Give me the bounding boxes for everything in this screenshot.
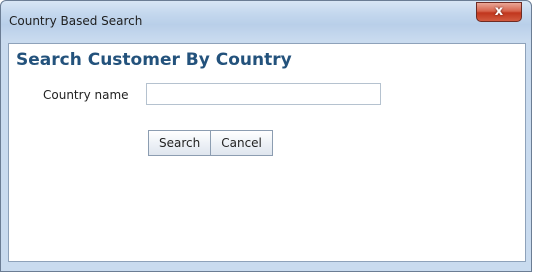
cancel-button[interactable]: Cancel — [211, 130, 273, 156]
window-bottom-border — [1, 261, 533, 271]
search-button[interactable]: Search — [148, 130, 212, 156]
window-title: Country Based Search — [9, 14, 143, 28]
title-bar[interactable]: Country Based Search x — [1, 1, 533, 41]
dialog-content: Search Customer By Country Country name … — [8, 43, 526, 262]
dialog-window: Country Based Search x Search Customer B… — [0, 0, 532, 272]
country-name-input[interactable] — [146, 83, 381, 105]
close-icon: x — [494, 4, 504, 19]
page-title: Search Customer By Country — [16, 50, 292, 70]
country-name-label: Country name — [43, 88, 129, 102]
close-button[interactable]: x — [476, 2, 522, 22]
button-group: Search Cancel — [148, 130, 273, 156]
